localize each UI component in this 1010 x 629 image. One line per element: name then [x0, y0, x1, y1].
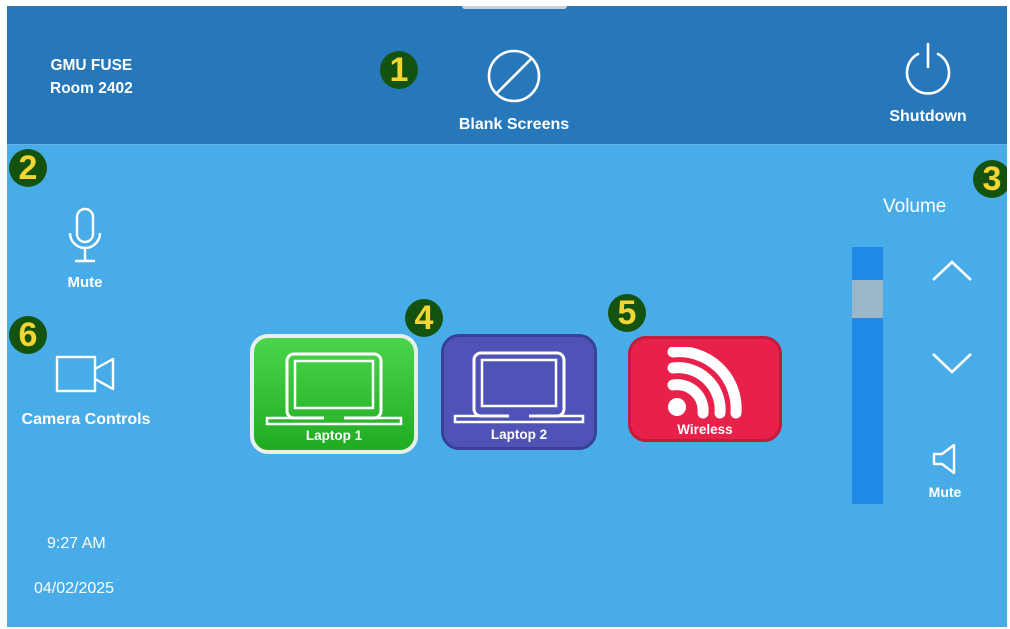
wifi-icon [667, 347, 742, 419]
clock-time: 9:27 AM [47, 535, 106, 552]
room-line-1: GMU FUSE [50, 57, 133, 74]
chevron-up-icon [932, 260, 972, 281]
source-label: Laptop 1 [305, 428, 363, 443]
callout-badge-5: 5 [608, 294, 646, 332]
callout-badge-2: 2 [9, 149, 47, 187]
source-laptop-1-button[interactable]: Laptop 1 [250, 334, 418, 454]
touch-panel: GMU FUSE Room 2402 1 Blank Screens Shutd… [7, 6, 1007, 627]
volume-slider[interactable] [852, 247, 883, 504]
volume-down-button[interactable] [930, 348, 974, 378]
callout-badge-3: 3 [973, 160, 1007, 198]
power-icon [905, 42, 951, 95]
blank-screens-button[interactable]: Blank Screens [447, 48, 581, 134]
laptop-icon [265, 352, 403, 426]
chevron-down-icon [932, 353, 972, 374]
volume-mute-button[interactable]: Mute [923, 443, 967, 500]
clock-date: 04/02/2025 [34, 580, 115, 597]
source-label: Wireless [677, 422, 733, 437]
camera-controls-button[interactable]: Camera Controls [11, 354, 161, 429]
camera-controls-label: Camera Controls [21, 411, 151, 428]
shutdown-label: Shutdown [889, 108, 967, 125]
callout-badge-1: 1 [380, 51, 418, 89]
video-camera-icon [55, 355, 115, 393]
room-line-2: Room 2402 [50, 80, 133, 97]
mic-mute-label: Mute [67, 274, 103, 291]
volume-label: Volume [883, 196, 947, 217]
shutdown-button[interactable]: Shutdown [879, 42, 977, 126]
room-name: GMU FUSE Room 2402 [50, 54, 133, 100]
volume-level-marker [852, 280, 883, 318]
source-label: Laptop 2 [490, 427, 548, 442]
source-wireless-button[interactable]: Wireless [628, 336, 782, 442]
laptop-icon [453, 351, 585, 424]
mic-mute-button[interactable]: Mute [57, 206, 113, 291]
blank-screens-icon [487, 49, 541, 103]
volume-mute-label: Mute [928, 484, 962, 500]
callout-badge-6: 6 [9, 316, 47, 354]
microphone-icon [68, 207, 102, 263]
blank-screens-label: Blank Screens [458, 116, 570, 133]
pull-down-handle[interactable] [462, 6, 567, 9]
header-bar: GMU FUSE Room 2402 1 Blank Screens Shutd… [7, 6, 1007, 145]
callout-badge-4: 4 [405, 299, 443, 337]
volume-up-button[interactable] [930, 256, 974, 286]
speaker-icon [932, 443, 956, 475]
source-laptop-2-button[interactable]: Laptop 2 [441, 334, 597, 450]
